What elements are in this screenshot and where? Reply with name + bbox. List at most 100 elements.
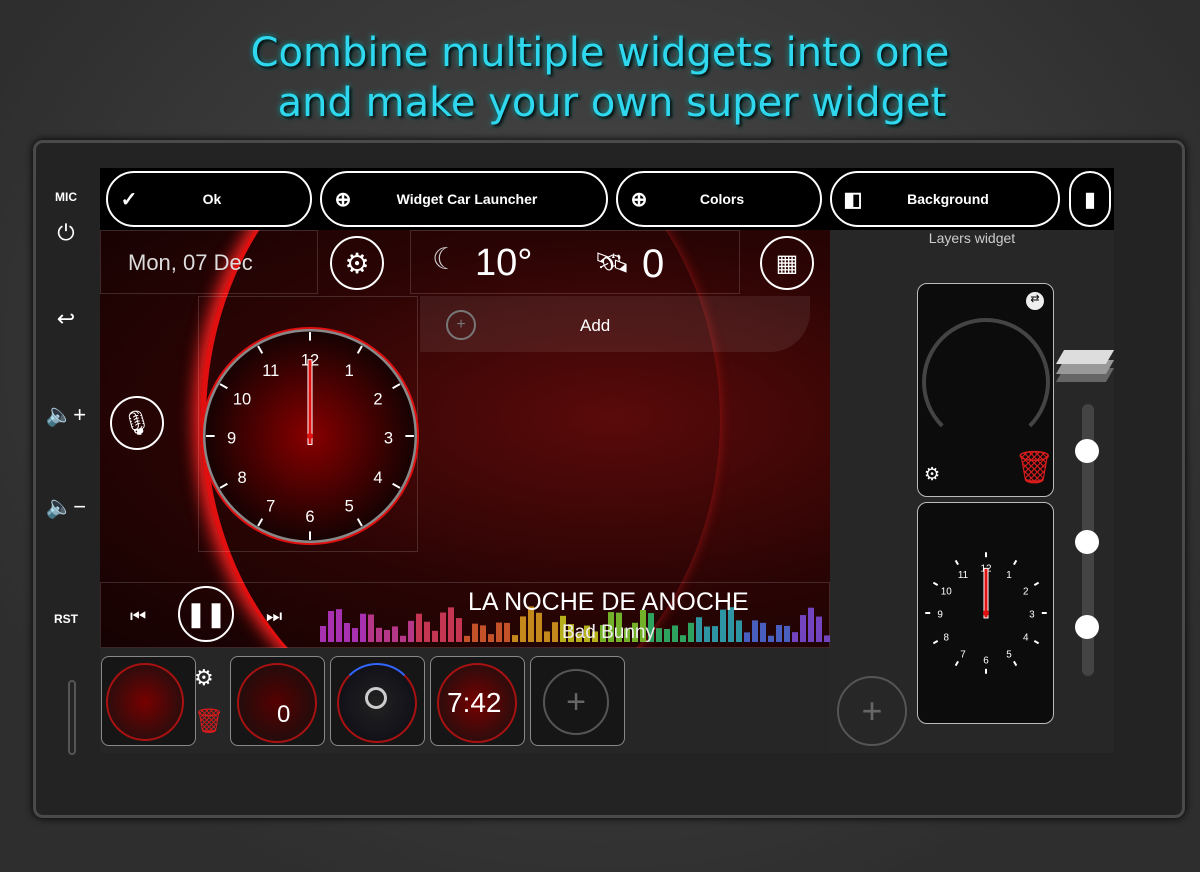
temperature: 10° bbox=[475, 242, 533, 284]
layer-handle[interactable] bbox=[1075, 530, 1099, 554]
layer-handle[interactable] bbox=[1075, 615, 1099, 639]
clock-number: 8 bbox=[237, 469, 246, 487]
add-widget-thumbnail[interactable]: + bbox=[530, 656, 625, 746]
layer-card-clock[interactable]: 121234567891011 bbox=[917, 502, 1054, 724]
thumbnail-compass[interactable] bbox=[330, 656, 425, 746]
ok-button[interactable]: ✓ Ok bbox=[106, 171, 312, 227]
add-widget-row[interactable]: + Add bbox=[420, 296, 810, 352]
clock-number: 3 bbox=[1029, 610, 1035, 621]
gear-icon[interactable]: ⚙ bbox=[924, 464, 940, 485]
layers-panel: Layers widget ⇄ ⚙ 🗑 121234567891011 + bbox=[830, 230, 1114, 753]
equalizer-bar bbox=[368, 614, 374, 642]
clock-number: 1 bbox=[345, 362, 354, 380]
trash-icon[interactable]: 🗑 bbox=[1014, 448, 1055, 486]
previous-track-button[interactable]: ⏮ bbox=[130, 606, 146, 627]
thumbnail-speedometer[interactable]: 0 bbox=[230, 656, 325, 746]
clock-number: 11 bbox=[262, 362, 279, 380]
grid-icon: ▦ bbox=[775, 249, 799, 277]
settings-button[interactable]: ⚙ bbox=[330, 236, 384, 290]
voice-button[interactable]: 🎙 bbox=[110, 396, 164, 450]
clock-number: 9 bbox=[227, 430, 236, 448]
moon-cloud-icon: ☾ bbox=[432, 243, 459, 276]
volume-up-icon[interactable]: 🔈+ bbox=[40, 402, 92, 428]
clock-thumbnail-face bbox=[106, 663, 184, 741]
layer-handle[interactable] bbox=[1075, 439, 1099, 463]
equalizer-bar bbox=[680, 635, 686, 642]
image-swap-icon: ◧ bbox=[843, 188, 863, 211]
background-label: Background bbox=[907, 191, 989, 207]
power-icon[interactable]: ⏻ bbox=[40, 220, 92, 246]
headline-line1: Combine multiple widgets into one bbox=[250, 30, 950, 76]
equalizer-bar bbox=[472, 623, 478, 642]
equalizer-bar bbox=[776, 625, 782, 642]
equalizer-bar bbox=[664, 628, 670, 642]
equalizer-bar bbox=[440, 612, 446, 642]
clock-hub bbox=[983, 610, 989, 616]
analog-clock: 121234567891011 bbox=[201, 327, 419, 545]
sd-card-icon: ▮ bbox=[1084, 188, 1096, 211]
grid-cell bbox=[410, 230, 740, 294]
gauge-arc bbox=[922, 318, 1050, 446]
widget-car-launcher-button[interactable]: ⊕ Widget Car Launcher bbox=[320, 171, 608, 227]
trash-icon[interactable]: 🗑 bbox=[194, 707, 224, 736]
volume-down-icon[interactable]: 🔈− bbox=[40, 494, 92, 520]
equalizer-bar bbox=[512, 635, 518, 642]
clock-hub bbox=[307, 433, 313, 439]
apps-button[interactable]: ▦ bbox=[760, 236, 814, 290]
clock-number: 11 bbox=[958, 570, 969, 581]
equalizer-bar bbox=[760, 622, 766, 642]
equalizer-bar bbox=[416, 613, 422, 642]
equalizer-bar bbox=[480, 625, 486, 642]
equalizer-bar bbox=[384, 629, 390, 642]
equalizer-bar bbox=[352, 628, 358, 642]
equalizer-bar bbox=[696, 617, 702, 642]
layer-card-gauge[interactable]: ⇄ ⚙ 🗑 bbox=[917, 283, 1055, 497]
clock-hand bbox=[307, 359, 313, 445]
clock-number: 3 bbox=[384, 430, 393, 448]
equalizer-bar bbox=[672, 625, 678, 642]
equalizer-bar bbox=[392, 626, 398, 642]
clock-number: 5 bbox=[345, 498, 354, 516]
pause-button[interactable]: ❚❚ bbox=[178, 586, 234, 642]
clock-number: 8 bbox=[944, 633, 950, 644]
equalizer-bar bbox=[816, 616, 822, 642]
clock-number: 4 bbox=[1023, 633, 1029, 644]
satellite-icon: 🛰 bbox=[594, 247, 630, 278]
equalizer-bar bbox=[336, 609, 342, 642]
equalizer-bar bbox=[456, 618, 462, 642]
gear-icon[interactable]: ⚙ bbox=[194, 665, 214, 691]
background-button[interactable]: ◧ Background bbox=[830, 171, 1060, 227]
save-button[interactable]: ▮ bbox=[1069, 171, 1111, 227]
equalizer-bar bbox=[504, 622, 510, 642]
plus-circle-icon: ⊕ bbox=[334, 188, 352, 211]
equalizer-bar bbox=[328, 611, 334, 642]
toolbar: ✓ Ok ⊕ Widget Car Launcher ⊕ Colors ◧ Backgr… bbox=[100, 168, 1114, 230]
thumbnail-clock[interactable]: ⚙ 🗑 bbox=[101, 656, 224, 746]
equalizer-bar bbox=[520, 616, 526, 642]
back-icon[interactable]: ↩ bbox=[40, 306, 92, 332]
equalizer-bar bbox=[536, 612, 542, 642]
pause-icon: ❚❚ bbox=[185, 600, 227, 628]
rst-label[interactable]: RST bbox=[40, 612, 92, 626]
thumbnail-digital-clock[interactable]: 7:42 bbox=[430, 656, 525, 746]
speed-value: 0 bbox=[277, 701, 291, 728]
clock-number: 9 bbox=[937, 610, 943, 621]
equalizer-bar bbox=[792, 632, 798, 642]
swap-icon[interactable]: ⇄ bbox=[1026, 292, 1044, 310]
equalizer-bar bbox=[488, 634, 494, 642]
screen: ✓ Ok ⊕ Widget Car Launcher ⊕ Colors ◧ Backgr… bbox=[100, 168, 1114, 753]
equalizer-bar bbox=[552, 622, 558, 642]
equalizer-bar bbox=[464, 635, 470, 642]
equalizer-bar bbox=[656, 628, 662, 642]
mic-label: MIC bbox=[55, 190, 77, 204]
equalizer-bar bbox=[448, 607, 454, 642]
clock-number: 10 bbox=[233, 390, 251, 408]
equalizer-bar bbox=[784, 625, 790, 642]
equalizer-bar bbox=[712, 626, 718, 642]
analog-clock: 121234567891011 bbox=[922, 549, 1050, 677]
clock-number: 1 bbox=[1006, 570, 1012, 581]
colors-button[interactable]: ⊕ Colors bbox=[616, 171, 822, 227]
add-label: Add bbox=[580, 316, 611, 335]
next-track-button[interactable]: ⏭ bbox=[266, 606, 282, 627]
add-layer-button[interactable]: + bbox=[837, 676, 907, 746]
